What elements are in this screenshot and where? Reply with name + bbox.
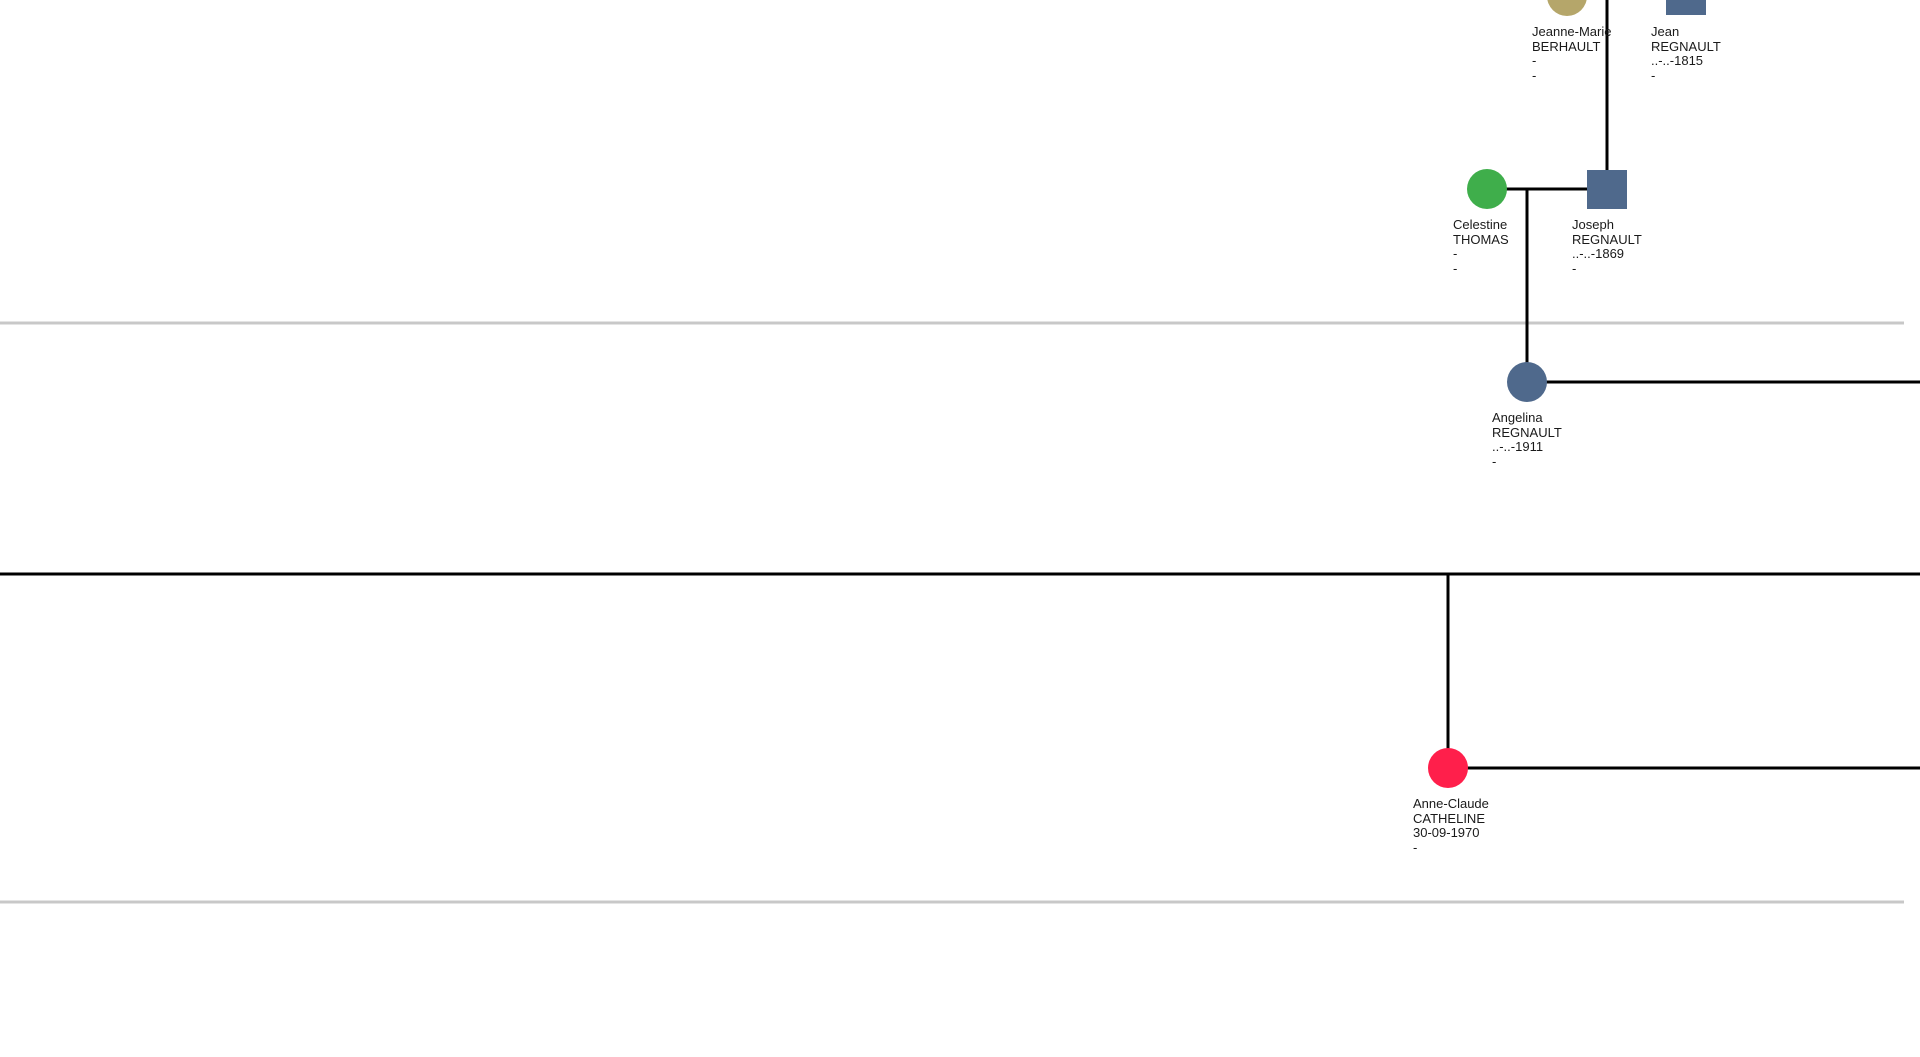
life-dates: 30-09-1970	[1413, 825, 1480, 841]
extra-info: -	[1413, 840, 1418, 856]
life-dates: -	[1532, 53, 1537, 69]
person-node-jean-regnault[interactable]	[1666, 0, 1706, 15]
life-dates: ..-..-1911	[1492, 439, 1544, 455]
person-label: Celestine THOMAS - -	[1453, 217, 1509, 277]
person-label: Anne-Claude CATHELINE 30-09-1970 -	[1413, 796, 1489, 856]
last-name: REGNAULT	[1572, 231, 1642, 247]
life-dates: ..-..-1869	[1572, 246, 1625, 262]
person-node-angelina-regnault[interactable]	[1507, 362, 1547, 402]
life-dates: -	[1453, 246, 1458, 262]
last-name: CATHELINE	[1413, 810, 1485, 826]
last-name: REGNAULT	[1651, 38, 1721, 54]
last-name: THOMAS	[1453, 231, 1509, 247]
person-node-celestine-thomas[interactable]	[1467, 169, 1507, 209]
first-name: Anne-Claude	[1413, 796, 1489, 811]
person-label: Jeanne-Marie BERHAULT - -	[1532, 24, 1612, 84]
family-tree-canvas: Jeanne-Marie BERHAULT - - Jean REGNAULT …	[0, 0, 1920, 1057]
extra-info: -	[1453, 261, 1458, 277]
last-name: BERHAULT	[1532, 38, 1601, 54]
person-node-joseph-regnault[interactable]	[1587, 170, 1627, 209]
connector-layer	[0, 0, 1920, 904]
first-name: Jean	[1651, 24, 1680, 39]
first-name: Celestine	[1453, 217, 1508, 232]
life-dates: ..-..-1815	[1651, 53, 1704, 69]
first-name: Jeanne-Marie	[1532, 24, 1612, 39]
extra-info: -	[1651, 68, 1656, 84]
first-name: Joseph	[1572, 217, 1614, 232]
extra-info: -	[1572, 261, 1577, 277]
extra-info: -	[1492, 454, 1497, 470]
person-label: Joseph REGNAULT ..-..-1869 -	[1572, 217, 1642, 277]
last-name: REGNAULT	[1492, 424, 1562, 440]
extra-info: -	[1532, 68, 1537, 84]
first-name: Angelina	[1492, 410, 1543, 425]
person-label: Angelina REGNAULT ..-..-1911 -	[1492, 410, 1562, 470]
person-node-anne-claude-catheline[interactable]	[1428, 748, 1468, 788]
person-label: Jean REGNAULT ..-..-1815 -	[1651, 24, 1721, 84]
